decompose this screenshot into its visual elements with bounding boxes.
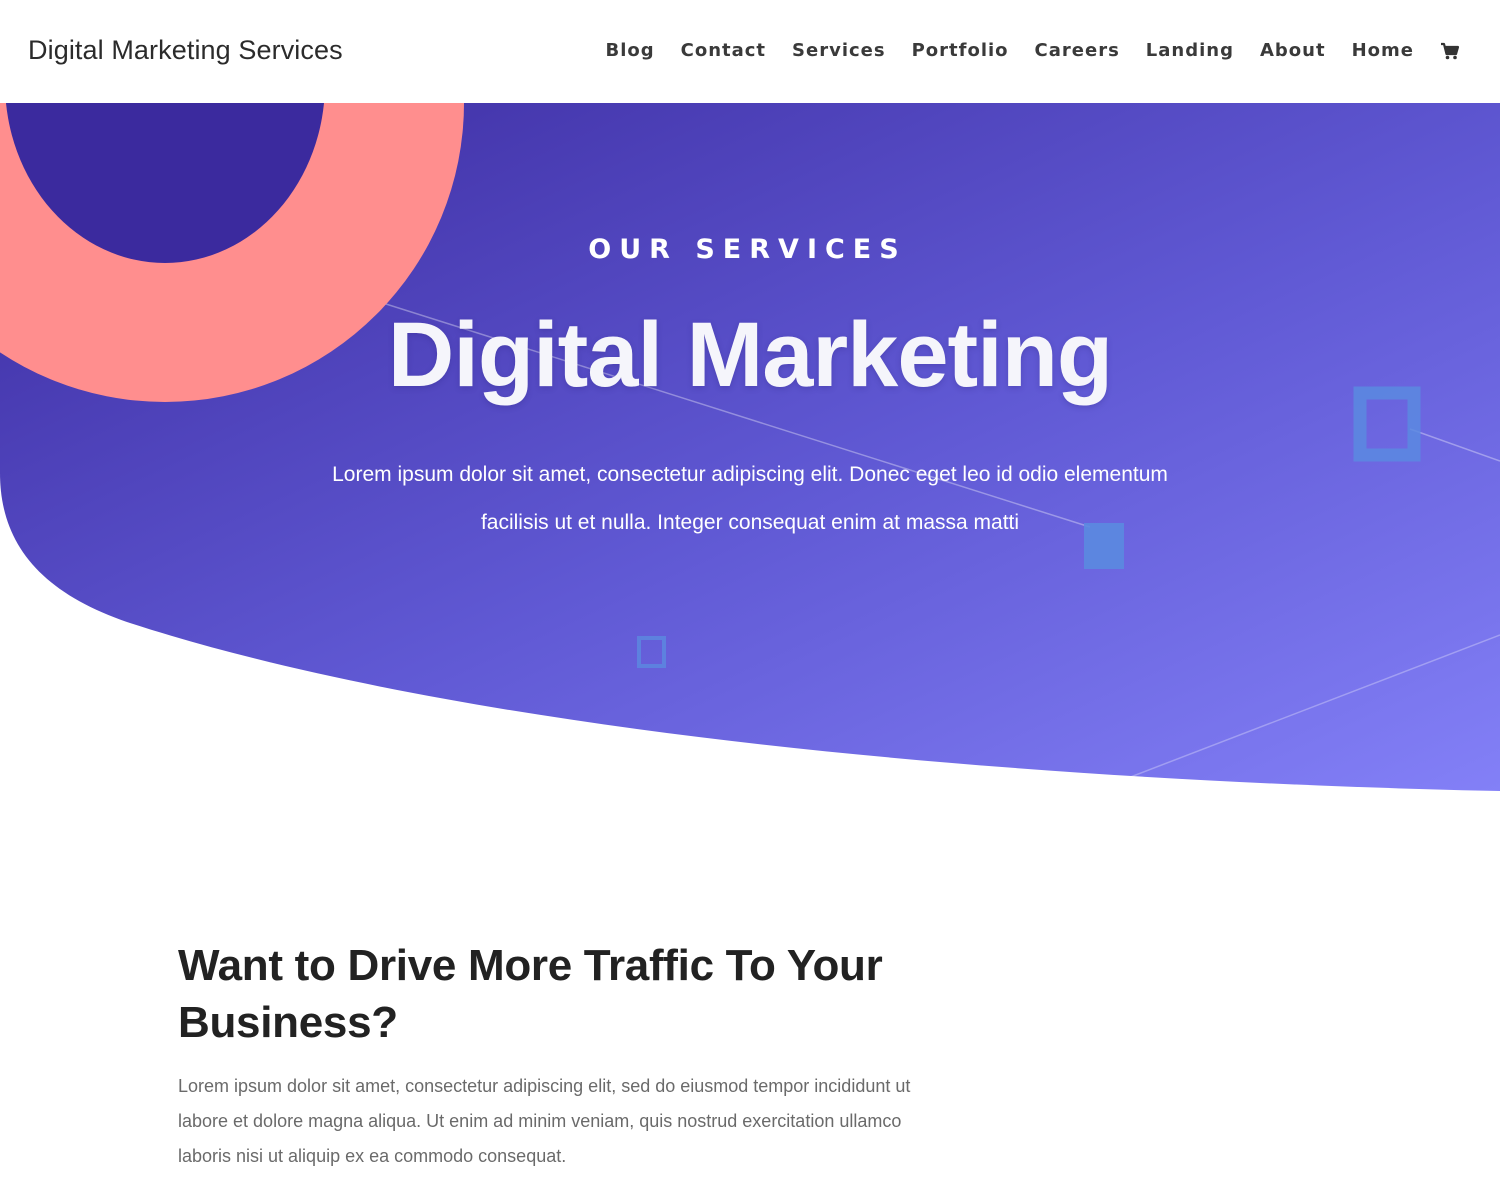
- shopping-cart-icon[interactable]: [1440, 41, 1460, 61]
- nav-item-landing[interactable]: Landing: [1146, 40, 1234, 61]
- hero-title: Digital Marketing: [387, 304, 1113, 406]
- nav-item-home[interactable]: Home: [1352, 40, 1414, 61]
- nav-item-careers[interactable]: Careers: [1035, 40, 1120, 61]
- section-heading: Want to Drive More Traffic To Your Busin…: [178, 941, 883, 1047]
- site-header: Digital Marketing Services Blog Contact …: [0, 0, 1500, 103]
- main-nav: Blog Contact Services Portfolio Careers …: [605, 40, 1460, 61]
- nav-item-portfolio[interactable]: Portfolio: [912, 40, 1009, 61]
- hero-eyebrow: OUR SERVICES: [588, 234, 907, 265]
- nav-item-about[interactable]: About: [1260, 40, 1326, 61]
- page: Digital Marketing Services Blog Contact …: [0, 0, 1500, 1200]
- nav-item-contact[interactable]: Contact: [681, 40, 766, 61]
- nav-item-services[interactable]: Services: [792, 40, 886, 61]
- hero-description: Lorem ipsum dolor sit amet, consectetur …: [332, 463, 1168, 534]
- nav-item-blog[interactable]: Blog: [605, 40, 654, 61]
- hero-section: OUR SERVICES Digital Marketing Lorem ips…: [0, 103, 1500, 803]
- section-body-text: Lorem ipsum dolor sit amet, consectetur …: [178, 1076, 911, 1166]
- site-title[interactable]: Digital Marketing Services: [28, 35, 343, 66]
